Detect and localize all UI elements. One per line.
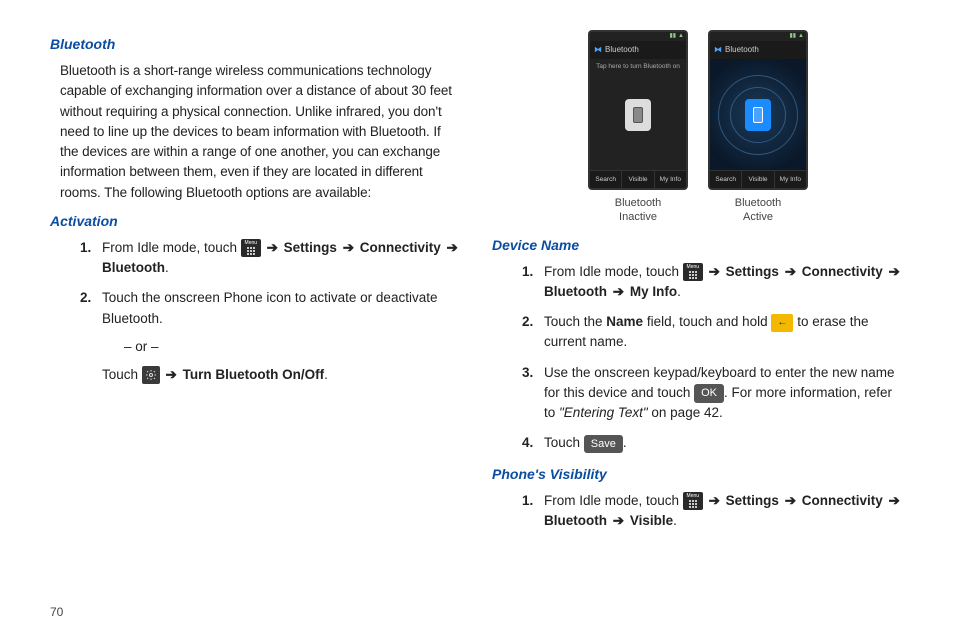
step-text: Touch the <box>544 314 606 329</box>
arrow-icon: ➔ <box>267 240 278 255</box>
step-text: Touch <box>544 435 584 450</box>
step-text: From Idle mode, touch <box>544 264 683 279</box>
phone-tab-bar: Search Visible My Info <box>710 170 806 188</box>
arrow-icon: ➔ <box>166 367 177 382</box>
right-column: ▮▮▲ ⧓ Bluetooth Tap here to turn Bluetoo… <box>492 30 904 541</box>
phone-device-icon <box>745 99 771 131</box>
settings-label: Settings <box>726 264 779 279</box>
phone-content: Tap here to turn Bluetooth on <box>590 59 686 170</box>
phone-tab: My Info <box>775 171 806 188</box>
arrow-icon: ➔ <box>889 493 900 508</box>
tap-hint: Tap here to turn Bluetooth on <box>596 62 680 72</box>
phone-gallery: ▮▮▲ ⧓ Bluetooth Tap here to turn Bluetoo… <box>492 30 904 225</box>
bluetooth-icon: ⧓ <box>714 44 722 56</box>
step-text: From Idle mode, touch <box>102 240 241 255</box>
touch-prefix: Touch <box>102 367 142 382</box>
page-number: 70 <box>50 603 63 621</box>
phone-tab: Visible <box>742 171 774 188</box>
arrow-icon: ➔ <box>343 240 354 255</box>
ok-button: OK <box>694 384 724 403</box>
or-divider: – or – <box>124 337 462 357</box>
device-step-1: From Idle mode, touch Menu ➔ Settings ➔ … <box>522 262 904 303</box>
arrow-icon: ➔ <box>613 513 624 528</box>
phone-device-icon <box>625 99 651 131</box>
activation-step-2: Touch the onscreen Phone icon to activat… <box>80 288 462 385</box>
arrow-icon: ➔ <box>889 264 900 279</box>
phone-tab: Search <box>710 171 742 188</box>
connectivity-label: Connectivity <box>360 240 441 255</box>
menu-icon-label: Menu <box>687 265 700 270</box>
phone-tab: Search <box>590 171 622 188</box>
bluetooth-label: Bluetooth <box>544 284 607 299</box>
settings-label: Settings <box>726 493 779 508</box>
arrow-icon: ➔ <box>785 493 796 508</box>
name-field-label: Name <box>606 314 643 329</box>
left-column: Bluetooth Bluetooth is a short-range wir… <box>50 30 462 541</box>
device-step-2: Touch the Name field, touch and hold ← t… <box>522 312 904 353</box>
status-bar: ▮▮▲ <box>590 32 686 41</box>
phone-screenshot-active: ▮▮▲ ⧓ Bluetooth Search Visible My Info <box>708 30 808 190</box>
erase-icon: ← <box>771 314 793 332</box>
step-text: . <box>623 435 627 450</box>
visibility-steps: From Idle mode, touch Menu ➔ Settings ➔ … <box>522 491 904 532</box>
phone-content <box>710 59 806 170</box>
menu-icon: Menu <box>683 263 703 281</box>
connectivity-label: Connectivity <box>802 264 883 279</box>
phone-active-block: ▮▮▲ ⧓ Bluetooth Search Visible My Info <box>708 30 808 225</box>
step-text: on page 42. <box>648 405 723 420</box>
step-text: Touch the onscreen Phone icon to activat… <box>102 290 437 325</box>
menu-icon: Menu <box>683 492 703 510</box>
phone-title-bar: ⧓ Bluetooth <box>590 41 686 59</box>
step-text: field, touch and hold <box>643 314 771 329</box>
step-text: From Idle mode, touch <box>544 493 683 508</box>
phone-inactive-block: ▮▮▲ ⧓ Bluetooth Tap here to turn Bluetoo… <box>588 30 688 225</box>
heading-device-name: Device Name <box>492 235 904 256</box>
device-step-3: Use the onscreen keypad/keyboard to ente… <box>522 363 904 424</box>
visibility-step-1: From Idle mode, touch Menu ➔ Settings ➔ … <box>522 491 904 532</box>
phone-caption-inactive: BluetoothInactive <box>588 196 688 225</box>
activation-step-1: From Idle mode, touch Menu ➔ Settings ➔ … <box>80 238 462 279</box>
phone-tab: My Info <box>655 171 686 188</box>
menu-icon-label: Menu <box>687 494 700 499</box>
gear-icon <box>142 366 160 384</box>
myinfo-label: My Info <box>630 284 677 299</box>
arrow-icon: ➔ <box>709 493 720 508</box>
menu-icon-label: Menu <box>245 241 258 246</box>
turn-bluetooth-label: Turn Bluetooth On/Off <box>183 367 324 382</box>
bluetooth-label: Bluetooth <box>544 513 607 528</box>
page-columns: Bluetooth Bluetooth is a short-range wir… <box>50 30 904 541</box>
activation-steps: From Idle mode, touch Menu ➔ Settings ➔ … <box>80 238 462 386</box>
save-button: Save <box>584 435 623 454</box>
heading-bluetooth: Bluetooth <box>50 34 462 55</box>
bluetooth-intro-text: Bluetooth is a short-range wireless comm… <box>60 61 462 203</box>
arrow-icon: ➔ <box>785 264 796 279</box>
phone-title: Bluetooth <box>725 44 759 56</box>
heading-visibility: Phone's Visibility <box>492 464 904 485</box>
entering-text-ref: "Entering Text" <box>559 405 648 420</box>
status-bar: ▮▮▲ <box>710 32 806 41</box>
alt-instruction: Touch ➔ Turn Bluetooth On/Off. <box>102 365 462 385</box>
arrow-icon: ➔ <box>447 240 458 255</box>
arrow-icon: ➔ <box>709 264 720 279</box>
phone-screenshot-inactive: ▮▮▲ ⧓ Bluetooth Tap here to turn Bluetoo… <box>588 30 688 190</box>
phone-tab: Visible <box>622 171 654 188</box>
device-step-4: Touch Save. <box>522 433 904 453</box>
phone-tab-bar: Search Visible My Info <box>590 170 686 188</box>
bluetooth-icon: ⧓ <box>594 44 602 56</box>
connectivity-label: Connectivity <box>802 493 883 508</box>
arrow-icon: ➔ <box>613 284 624 299</box>
heading-activation: Activation <box>50 211 462 232</box>
bluetooth-label: Bluetooth <box>102 260 165 275</box>
phone-caption-active: BluetoothActive <box>708 196 808 225</box>
phone-title: Bluetooth <box>605 44 639 56</box>
menu-icon: Menu <box>241 239 261 257</box>
settings-label: Settings <box>284 240 337 255</box>
visible-label: Visible <box>630 513 673 528</box>
device-name-steps: From Idle mode, touch Menu ➔ Settings ➔ … <box>522 262 904 454</box>
phone-title-bar: ⧓ Bluetooth <box>710 41 806 59</box>
